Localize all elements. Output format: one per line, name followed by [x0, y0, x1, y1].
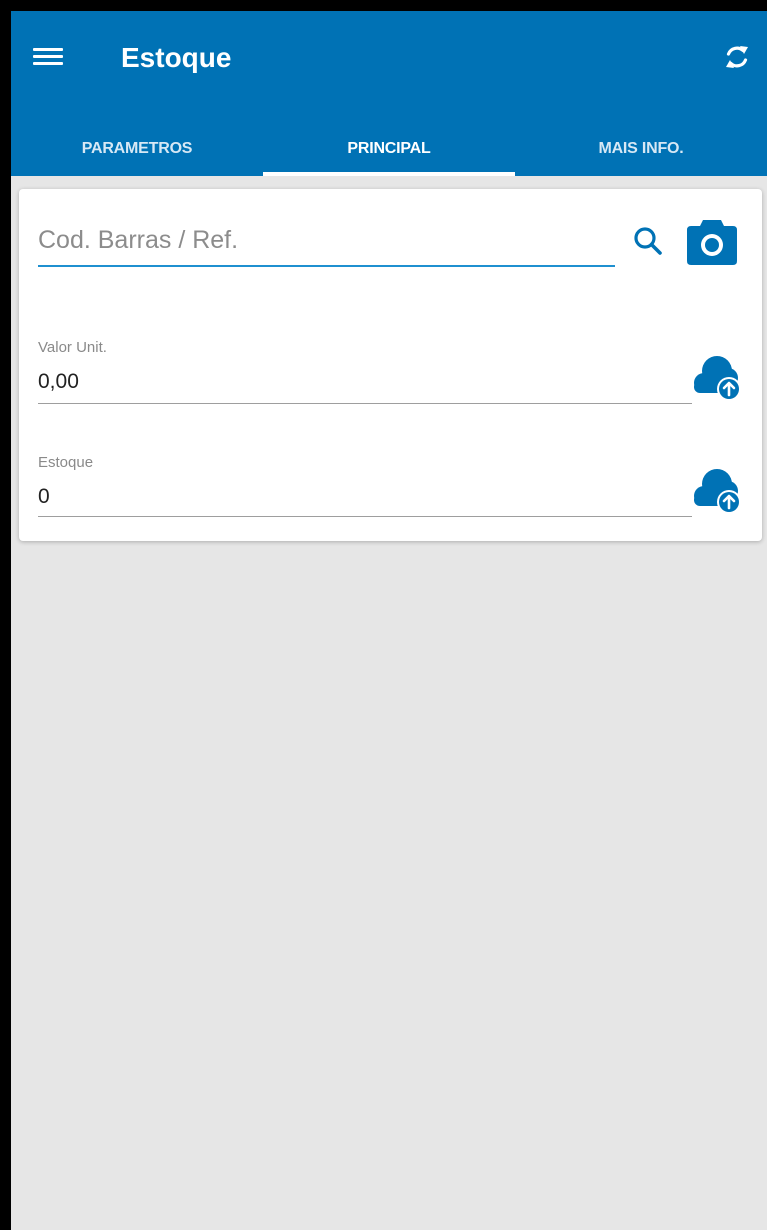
- menu-line: [33, 55, 63, 58]
- valor-unit-label: Valor Unit.: [38, 339, 107, 356]
- sync-icon-graphic: [726, 46, 748, 68]
- app-screen: Estoque PARAMETROS PRINCIPAL MAIS INFO.: [11, 11, 767, 1230]
- menu-icon[interactable]: [33, 44, 63, 70]
- cloud-upload-icon-graphic: [694, 356, 741, 401]
- device-frame-left: [0, 0, 11, 1230]
- estoque-field: Estoque 0: [38, 454, 741, 534]
- tab-mais-info[interactable]: MAIS INFO.: [515, 107, 767, 176]
- search-icon[interactable]: [632, 225, 666, 259]
- device-frame-top: [0, 0, 767, 11]
- tab-label: PARAMETROS: [81, 140, 193, 157]
- valor-unit-field: Valor Unit. 0,00: [38, 339, 741, 419]
- camera-icon-graphic: [687, 220, 737, 265]
- camera-icon[interactable]: [685, 217, 739, 267]
- barcode-search-field: [38, 217, 615, 267]
- cloud-upload-icon-graphic: [694, 469, 741, 514]
- valor-unit-value[interactable]: 0,00: [38, 370, 79, 394]
- estoque-underline: [38, 516, 692, 517]
- menu-line: [33, 62, 63, 65]
- estoque-label: Estoque: [38, 454, 94, 471]
- valor-unit-underline: [38, 403, 692, 404]
- sync-icon[interactable]: [721, 41, 753, 73]
- tab-label: MAIS INFO.: [598, 140, 684, 157]
- estoque-value[interactable]: 0: [38, 485, 50, 509]
- tab-label: PRINCIPAL: [347, 140, 431, 157]
- barcode-search-input[interactable]: [38, 217, 615, 263]
- tab-parametros[interactable]: PARAMETROS: [11, 107, 263, 176]
- app-bar: Estoque PARAMETROS PRINCIPAL MAIS INFO.: [11, 11, 767, 176]
- cloud-upload-icon[interactable]: [690, 345, 741, 403]
- search-icon-graphic: [634, 227, 662, 255]
- tab-principal[interactable]: PRINCIPAL: [263, 107, 515, 176]
- product-card: Valor Unit. 0,00 Estoque 0: [19, 189, 762, 541]
- cloud-upload-icon[interactable]: [690, 458, 741, 516]
- tab-bar: PARAMETROS PRINCIPAL MAIS INFO.: [11, 107, 767, 176]
- page-title: Estoque: [121, 42, 232, 73]
- menu-line: [33, 48, 63, 51]
